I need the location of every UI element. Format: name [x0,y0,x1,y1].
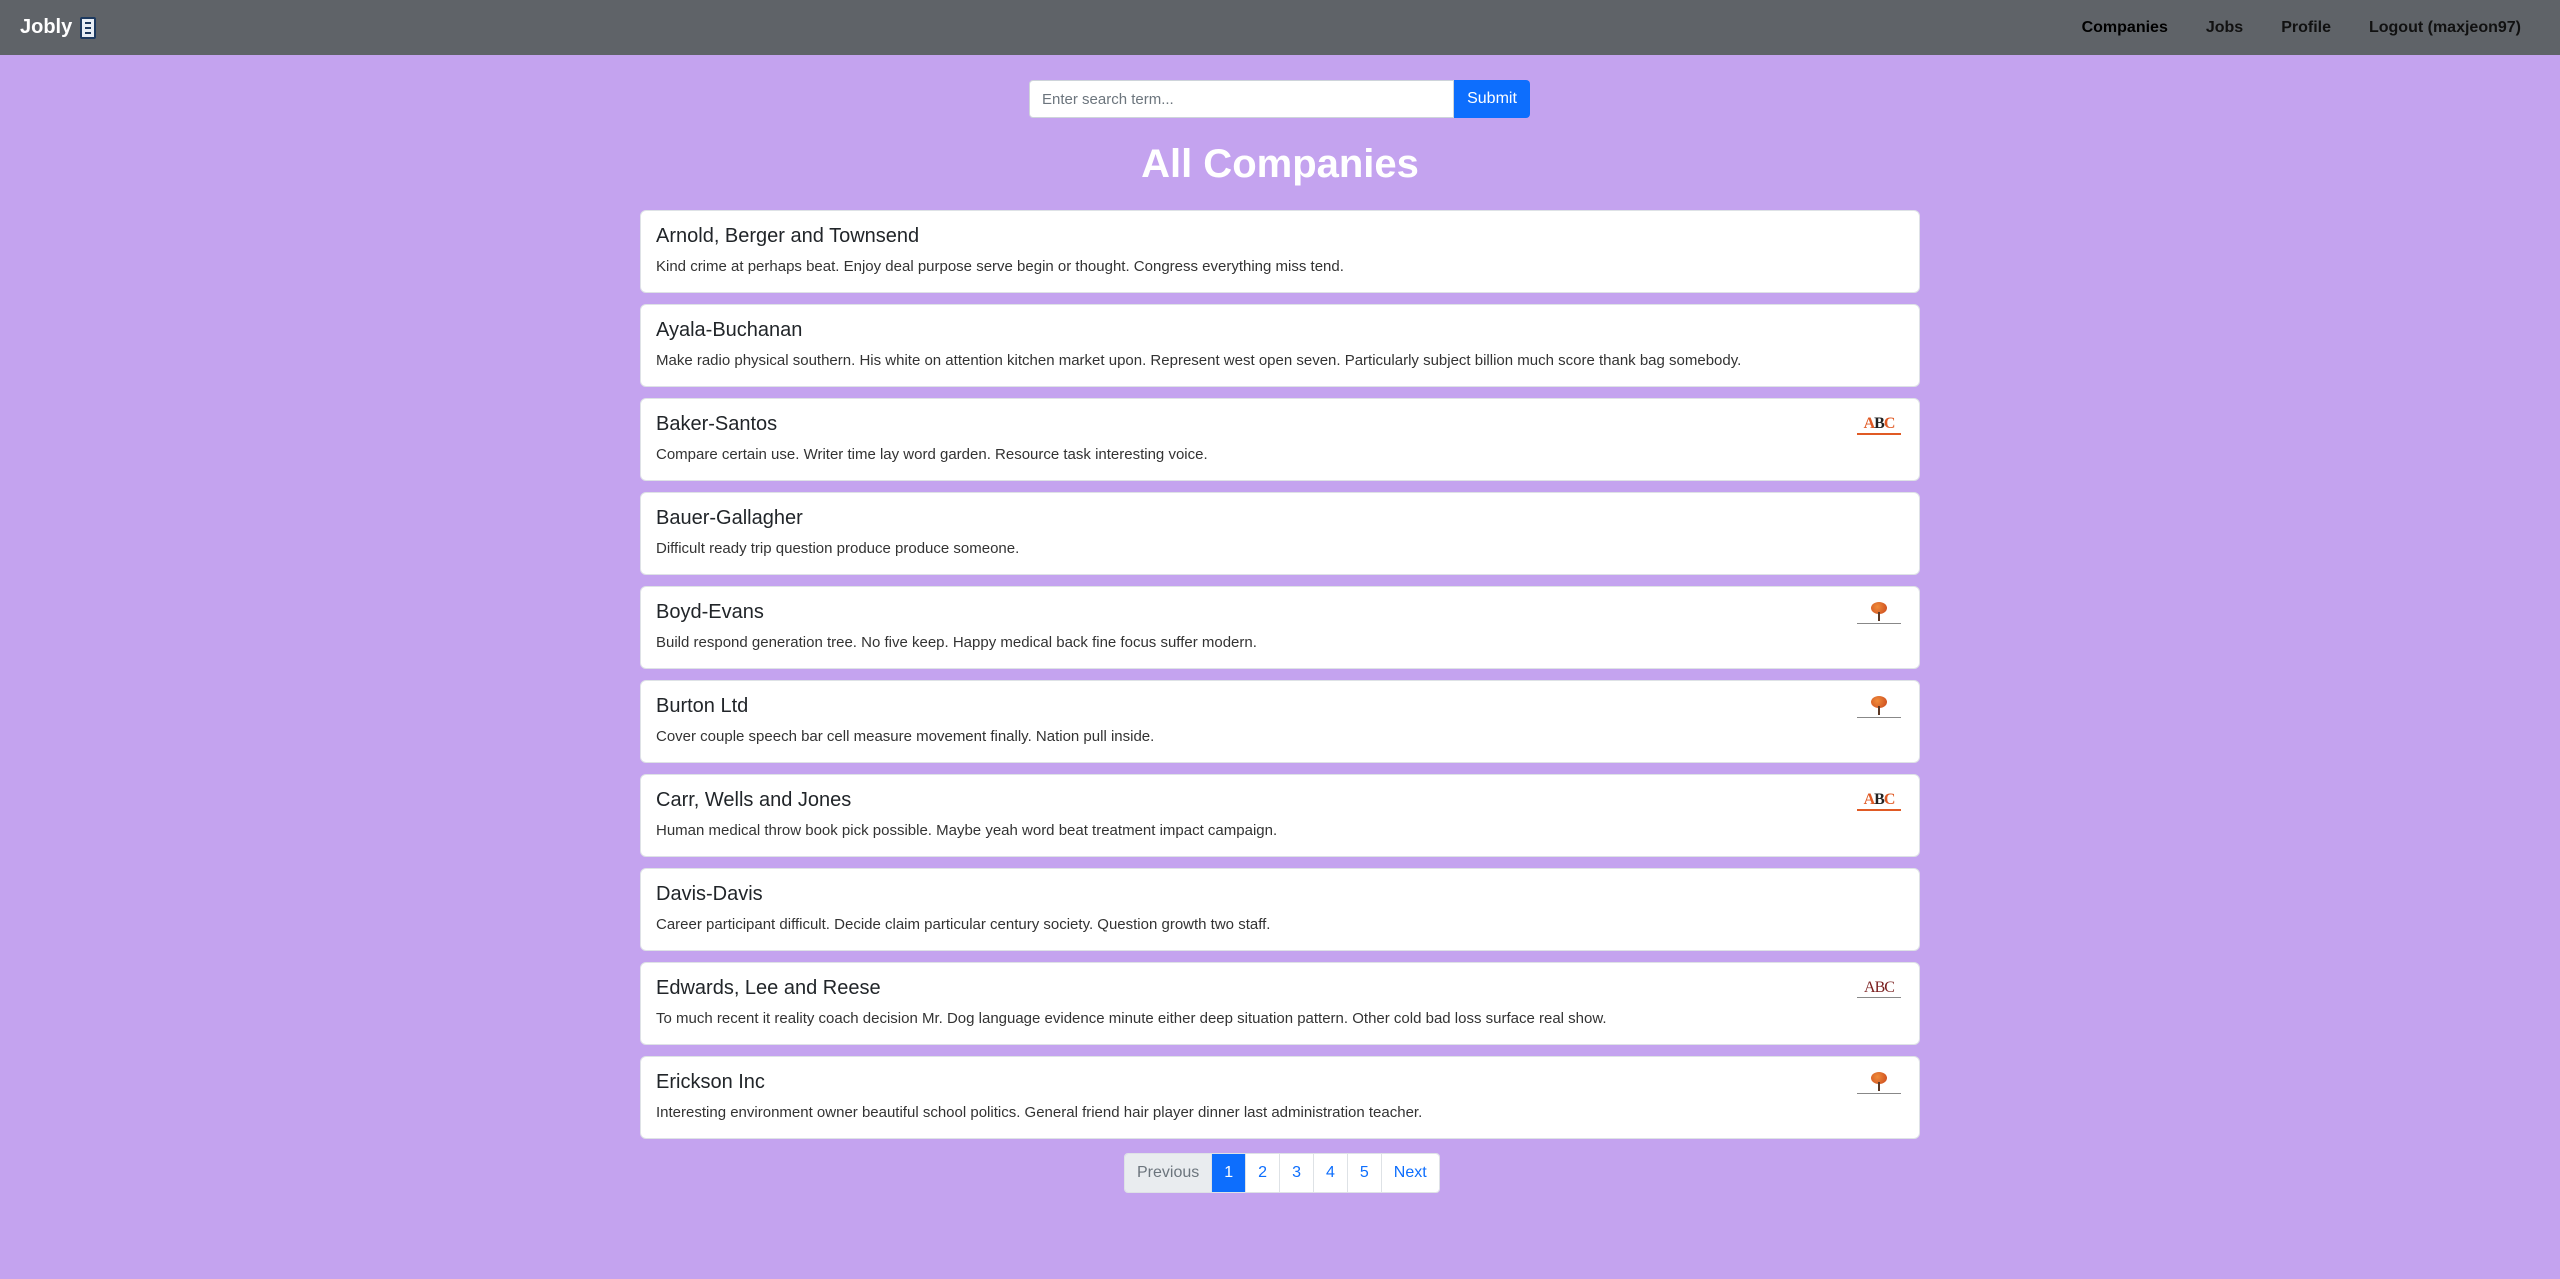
company-card[interactable]: Boyd-Evans Build respond generation tree… [640,586,1920,669]
page-title: All Companies [1141,142,1419,186]
company-description: Make radio physical southern. His white … [656,352,1742,369]
company-card[interactable]: Arnold, Berger and Townsend Kind crime a… [640,210,1920,293]
company-card[interactable]: Burton Ltd Cover couple speech bar cell … [640,680,1920,763]
page-4-button[interactable]: 4 [1312,1154,1347,1192]
brand-link[interactable]: Jobly [20,16,97,39]
company-name: Erickson Inc [656,1071,765,1093]
page-5-button[interactable]: 5 [1346,1154,1381,1192]
company-name: Arnold, Berger and Townsend [656,225,920,247]
clipboard-icon [80,16,97,39]
tree-logo-icon [1854,599,1904,627]
company-card[interactable]: Bauer-Gallagher Difficult ready trip que… [640,492,1920,575]
company-description: Career participant difficult. Decide cla… [656,916,1271,933]
company-name: Burton Ltd [656,695,749,717]
nav-profile-link[interactable]: Profile [2262,19,2350,37]
company-description: Compare certain use. Writer time lay wor… [656,446,1208,463]
brand-name: Jobly [20,16,73,38]
search-form: Submit [1029,80,1530,118]
abc-serif-logo-icon: ABC [1854,975,1904,1003]
company-card[interactable]: Carr, Wells and Jones Human medical thro… [640,774,1920,857]
page-2-button[interactable]: 2 [1245,1154,1280,1192]
company-description: Interesting environment owner beautiful … [656,1104,1423,1121]
company-name: Boyd-Evans [656,601,764,623]
submit-button[interactable]: Submit [1454,80,1530,118]
company-name: Ayala-Buchanan [656,319,803,341]
page-3-button[interactable]: 3 [1279,1154,1313,1192]
previous-page-button[interactable]: Previous [1125,1154,1212,1192]
company-card[interactable]: Edwards, Lee and Reese To much recent it… [640,962,1920,1045]
company-card[interactable]: Davis-Davis Career participant difficult… [640,868,1920,951]
nav-logout-link[interactable]: Logout (maxjeon97) [2350,19,2540,37]
company-list: Arnold, Berger and Townsend Kind crime a… [640,210,1920,1150]
company-description: Kind crime at perhaps beat. Enjoy deal p… [656,258,1344,275]
company-description: Cover couple speech bar cell measure mov… [656,728,1155,745]
abc-logo-icon: ABC [1854,787,1904,815]
company-card[interactable]: Ayala-Buchanan Make radio physical south… [640,304,1920,387]
company-description: Build respond generation tree. No five k… [656,634,1257,651]
company-card[interactable]: Baker-Santos Compare certain use. Writer… [640,398,1920,481]
company-card[interactable]: Erickson Inc Interesting environment own… [640,1056,1920,1139]
pagination: Previous 1 2 3 4 5 Next [1124,1153,1440,1193]
company-name: Edwards, Lee and Reese [656,977,881,999]
company-description: Human medical throw book pick possible. … [656,822,1278,839]
page-1-button[interactable]: 1 [1211,1154,1246,1192]
navbar: Jobly Companies Jobs Profile Logout (max… [0,0,2560,55]
company-description: Difficult ready trip question produce pr… [656,540,1020,557]
tree-logo-icon [1854,1069,1904,1097]
abc-logo-icon: ABC [1854,411,1904,439]
company-description: To much recent it reality coach decision… [656,1010,1607,1027]
company-name: Bauer-Gallagher [656,507,803,529]
nav-companies-link[interactable]: Companies [2063,19,2187,37]
company-name: Carr, Wells and Jones [656,789,852,811]
tree-logo-icon [1854,693,1904,721]
nav-jobs-link[interactable]: Jobs [2187,19,2262,37]
company-name: Davis-Davis [656,883,763,905]
search-input[interactable] [1029,80,1454,118]
next-page-button[interactable]: Next [1380,1154,1439,1192]
company-name: Baker-Santos [656,413,778,435]
nav-links: Companies Jobs Profile Logout (maxjeon97… [2063,19,2540,37]
